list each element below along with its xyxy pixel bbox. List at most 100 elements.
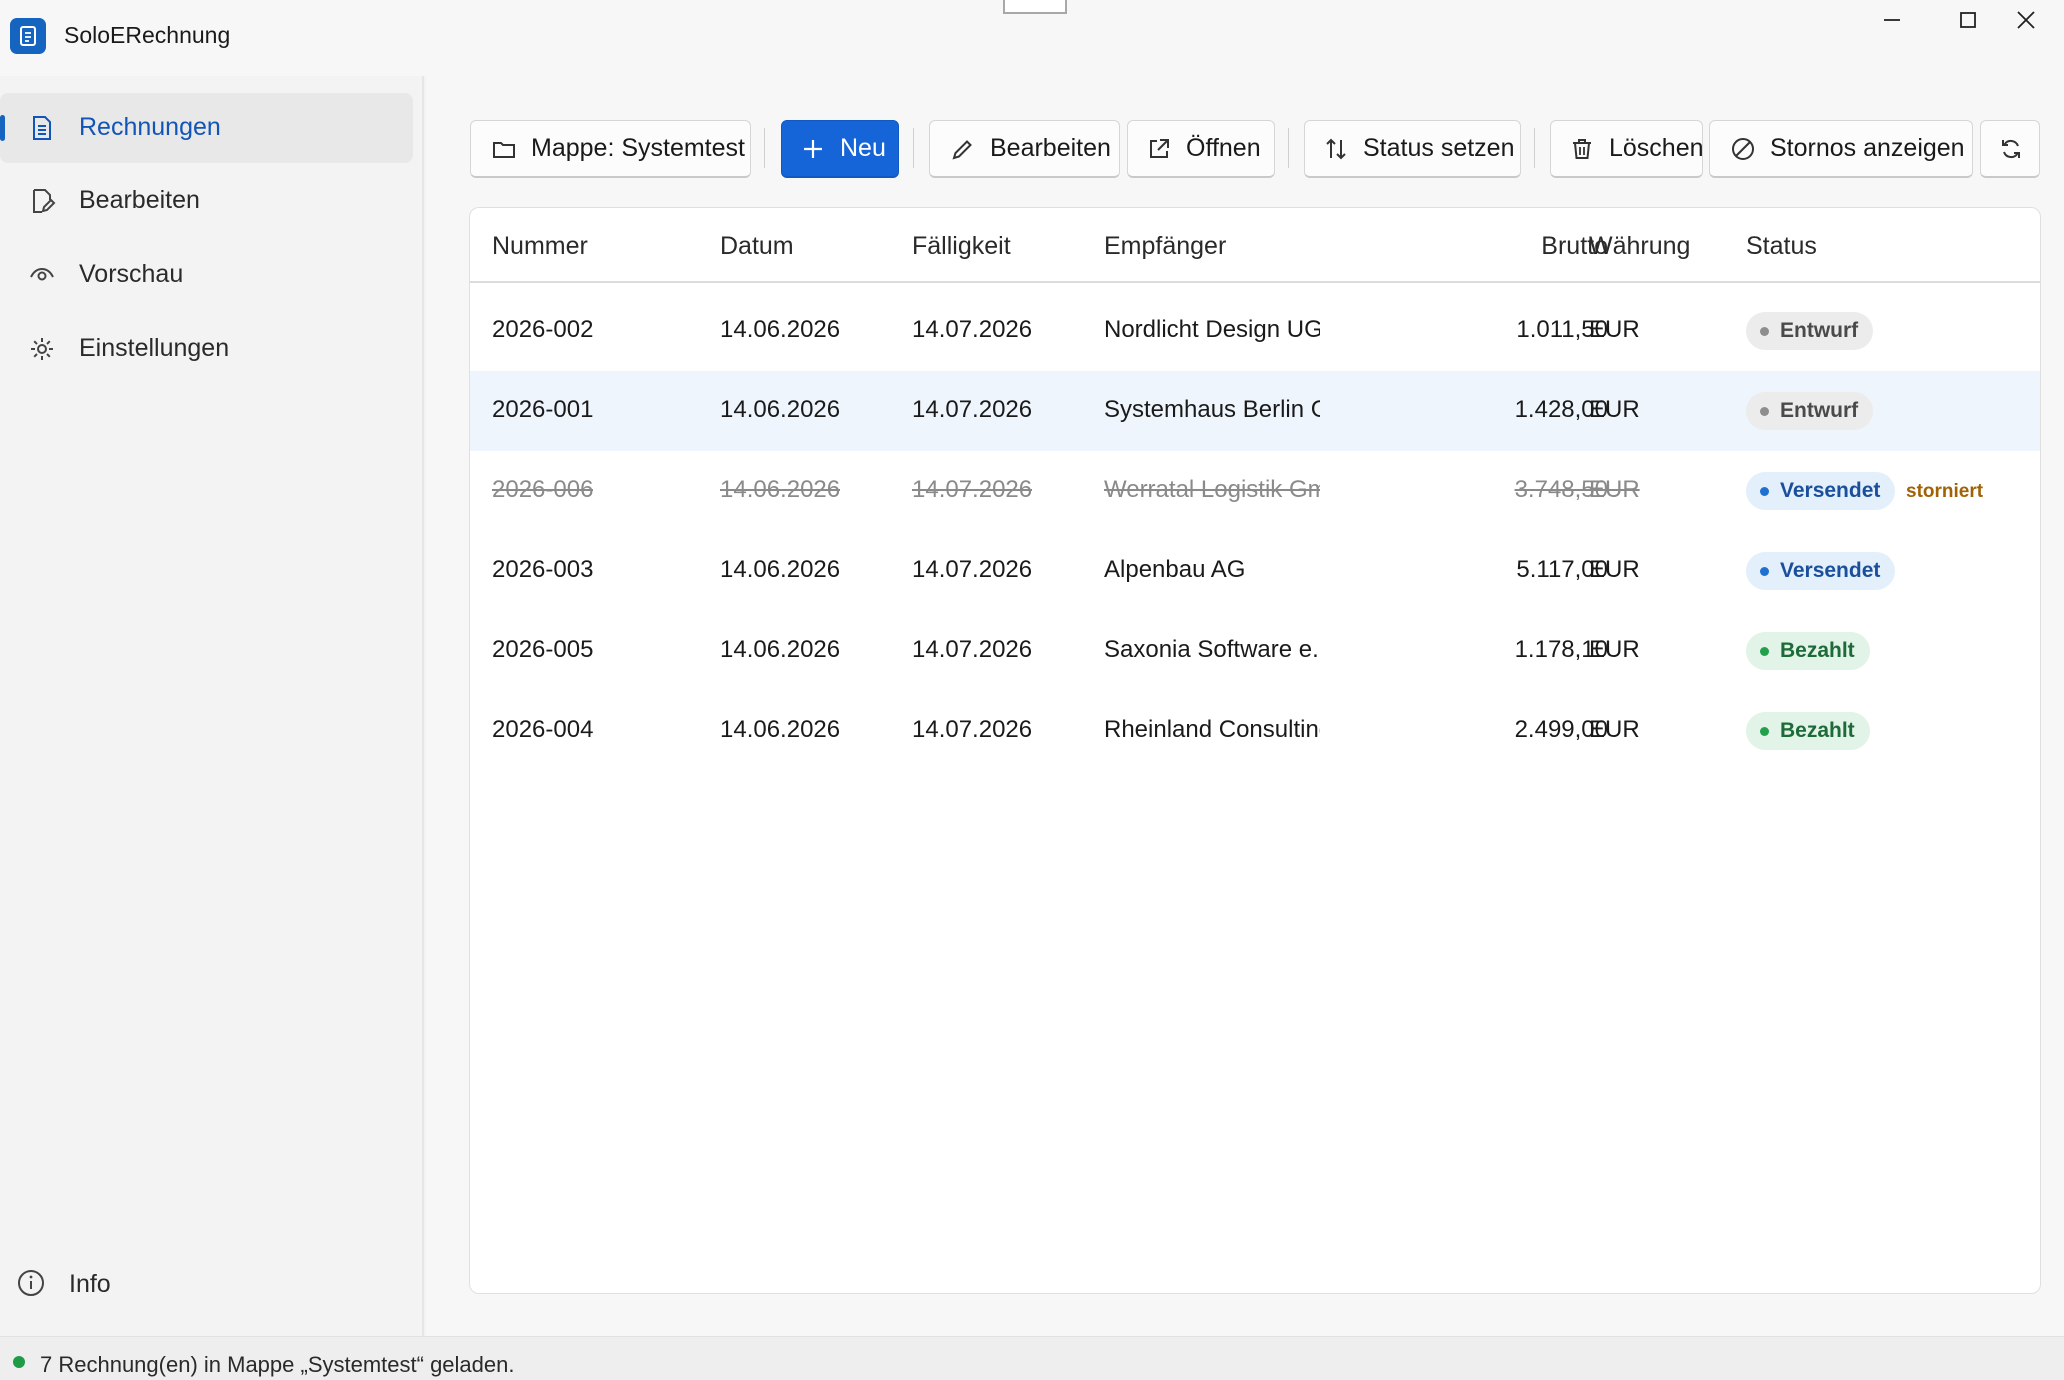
sidebar: Rechnungen Bearbeiten Vorschau Einstellu… <box>0 76 424 1336</box>
cell-date: 14.06.2026 <box>720 316 841 343</box>
sort-arrows-icon <box>1323 136 1349 162</box>
cell-recipient: Nordlicht Design UG <box>1104 316 1320 343</box>
table-row[interactable]: 2026-002 14.06.2026 14.07.2026 Nordlicht… <box>470 291 2040 371</box>
sidebar-item-label: Einstellungen <box>79 334 230 362</box>
refresh-button[interactable] <box>1980 120 2040 178</box>
header-status[interactable]: Status <box>1746 232 1817 261</box>
cell-due: 14.07.2026 <box>912 316 1033 343</box>
cell-number: 2026-001 <box>492 396 594 423</box>
cell-currency: EUR <box>1589 476 1640 503</box>
cell-currency: EUR <box>1589 556 1640 583</box>
minimize-icon <box>1884 19 1900 21</box>
cell-date: 14.06.2026 <box>720 636 841 663</box>
app-title: SoloERechnung <box>64 22 231 48</box>
close-button[interactable] <box>1988 0 2064 40</box>
header-currency[interactable]: Währung <box>1589 232 1690 261</box>
cell-due: 14.07.2026 <box>912 636 1033 663</box>
info-label: Info <box>69 1270 111 1298</box>
cell-number: 2026-002 <box>492 316 594 343</box>
cell-currency: EUR <box>1589 636 1640 663</box>
header-date[interactable]: Datum <box>720 232 794 261</box>
active-indicator <box>0 115 5 141</box>
table-header: Nummer Datum Fälligkeit Empfänger Brutto… <box>470 208 2040 283</box>
refresh-icon <box>1998 136 2024 162</box>
show-stornos-label: Stornos anzeigen <box>1770 134 1965 162</box>
cell-date: 14.06.2026 <box>720 476 841 503</box>
set-status-button[interactable]: Status setzen <box>1304 120 1521 178</box>
app-logo-icon <box>10 18 46 54</box>
maximize-icon <box>1960 12 1976 28</box>
folder-label: Mappe: Systemtest <box>531 134 745 162</box>
new-label: Neu <box>840 134 886 162</box>
status-badge: Versendet <box>1746 552 1896 590</box>
show-stornos-button[interactable]: Stornos anzeigen <box>1709 120 1973 178</box>
status-label: Entwurf <box>1780 319 1859 342</box>
status-label: Bezahlt <box>1780 639 1855 662</box>
sidebar-item-einstellungen[interactable]: Einstellungen <box>0 314 413 384</box>
status-dot-icon <box>1760 646 1769 656</box>
status-badge: Bezahlt <box>1746 632 1870 670</box>
status-dot-icon <box>1760 326 1769 336</box>
sidebar-item-info[interactable]: Info <box>0 1252 413 1312</box>
open-label: Öffnen <box>1186 134 1261 162</box>
header-number[interactable]: Nummer <box>492 232 588 261</box>
status-badge: Entwurf <box>1746 392 1874 430</box>
open-button[interactable]: Öffnen <box>1127 120 1275 178</box>
toolbar-separator <box>1534 128 1535 168</box>
cell-due: 14.07.2026 <box>912 556 1033 583</box>
cell-date: 14.06.2026 <box>720 716 841 743</box>
table-row[interactable]: 2026-006 14.06.2026 14.07.2026 Werratal … <box>470 451 2040 531</box>
title-bar: SoloERechnung <box>0 0 2064 76</box>
table-row[interactable]: 2026-004 14.06.2026 14.07.2026 Rheinland… <box>470 691 2040 771</box>
cell-recipient: Rheinland Consulting <box>1104 716 1320 743</box>
status-label: Entwurf <box>1780 399 1859 422</box>
header-due[interactable]: Fälligkeit <box>912 232 1011 261</box>
status-label: Bezahlt <box>1780 719 1855 742</box>
delete-button[interactable]: Löschen <box>1550 120 1703 178</box>
pencil-icon <box>950 136 976 162</box>
sidebar-item-label: Vorschau <box>79 260 184 288</box>
sidebar-item-label: Rechnungen <box>79 113 221 141</box>
set-status-label: Status setzen <box>1363 134 1515 162</box>
plus-icon <box>800 136 826 162</box>
sidebar-item-vorschau[interactable]: Vorschau <box>0 240 413 310</box>
edit-button[interactable]: Bearbeiten <box>929 120 1120 178</box>
status-message: 7 Rechnung(en) in Mappe „Systemtest“ gel… <box>40 1352 515 1377</box>
sidebar-item-bearbeiten[interactable]: Bearbeiten <box>0 166 413 236</box>
new-button[interactable]: Neu <box>781 120 899 178</box>
status-badge: Bezahlt <box>1746 712 1870 750</box>
cell-date: 14.06.2026 <box>720 556 841 583</box>
cell-currency: EUR <box>1589 316 1640 343</box>
status-dot-icon <box>1760 486 1769 496</box>
gear-icon <box>28 335 56 363</box>
status-badge: Entwurf <box>1746 312 1874 350</box>
cancel-circle-icon <box>1730 136 1756 162</box>
trash-icon <box>1569 136 1595 162</box>
sidebar-item-rechnungen[interactable]: Rechnungen <box>0 93 413 163</box>
cell-number: 2026-004 <box>492 716 594 743</box>
cell-recipient: Werratal Logistik GmbH <box>1104 476 1320 503</box>
folder-button[interactable]: Mappe: Systemtest <box>470 120 751 178</box>
info-icon <box>16 1268 46 1298</box>
minimize-button[interactable] <box>1854 0 1930 40</box>
table-row[interactable]: 2026-003 14.06.2026 14.07.2026 Alpenbau … <box>470 531 2040 611</box>
toolbar-separator <box>764 128 765 168</box>
toolbar-separator <box>1288 128 1289 168</box>
table-row[interactable]: 2026-005 14.06.2026 14.07.2026 Saxonia S… <box>470 611 2040 691</box>
cell-number: 2026-003 <box>492 556 594 583</box>
status-dot-icon <box>1760 566 1769 576</box>
cell-due: 14.07.2026 <box>912 396 1033 423</box>
table-row[interactable]: 2026-001 14.06.2026 14.07.2026 Systemhau… <box>470 371 2040 451</box>
status-badge: Versendet <box>1746 472 1896 510</box>
drag-handle[interactable] <box>1003 0 1067 14</box>
status-dot-icon <box>1760 406 1769 416</box>
invoice-icon <box>28 114 56 142</box>
cell-number: 2026-005 <box>492 636 594 663</box>
edit-label: Bearbeiten <box>990 134 1111 162</box>
cell-currency: EUR <box>1589 396 1640 423</box>
status-ok-icon <box>13 1356 25 1368</box>
cell-recipient: Alpenbau AG <box>1104 556 1246 583</box>
header-recipient[interactable]: Empfänger <box>1104 232 1226 261</box>
status-dot-icon <box>1760 726 1769 736</box>
sidebar-item-label: Bearbeiten <box>79 186 200 214</box>
